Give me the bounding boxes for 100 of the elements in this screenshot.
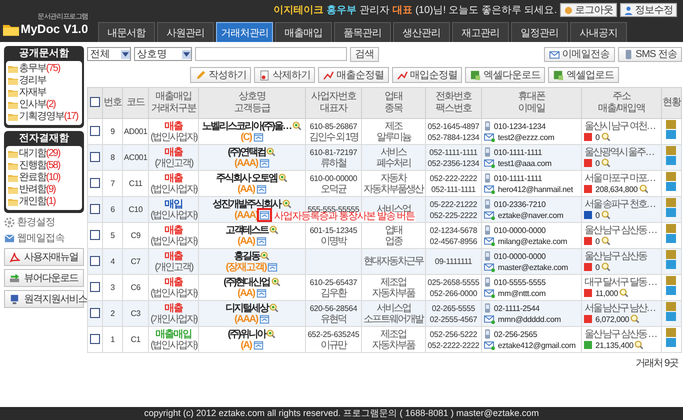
zoom-icon[interactable] (600, 158, 611, 168)
send-document-icon[interactable] (252, 132, 264, 142)
header-button[interactable]: 정보수정 (620, 3, 677, 17)
email-address[interactable]: mmn@ddddd.com (498, 314, 561, 324)
status-badges-icon[interactable] (666, 250, 676, 270)
search-button[interactable]: 검색 (350, 46, 379, 62)
checkbox[interactable] (90, 282, 100, 292)
nav-tab[interactable]: 품목관리 (334, 22, 391, 42)
zoom-icon[interactable] (634, 340, 644, 350)
mail-icon[interactable] (484, 340, 495, 350)
checkbox[interactable] (90, 334, 100, 344)
email-address[interactable]: hero412@hanmail.net (498, 184, 573, 194)
send-document-icon[interactable] (252, 340, 264, 350)
zoom-icon[interactable] (266, 329, 276, 339)
checkbox[interactable] (90, 204, 100, 214)
zoom-icon[interactable] (292, 121, 302, 131)
mail-icon[interactable] (484, 210, 495, 220)
sidebar-link[interactable]: 웹메일접속 (17, 232, 64, 245)
send-document-icon[interactable] (256, 288, 267, 298)
filter-select[interactable]: 전체 (87, 47, 131, 61)
field-select[interactable]: 상호명 (134, 47, 192, 61)
send-document-icon[interactable] (258, 158, 270, 168)
status-badges-icon[interactable] (666, 172, 676, 192)
status-badges-icon[interactable] (666, 198, 676, 218)
folder-item[interactable]: 반려함(9) (19, 184, 56, 196)
company-name[interactable]: 디지털세상 (225, 302, 268, 314)
zoom-icon[interactable] (630, 314, 640, 324)
email-address[interactable]: eztake@naver.com (498, 210, 564, 220)
folder-item[interactable]: 진행함(58) (19, 160, 60, 172)
folder-item[interactable]: 완료함(10) (19, 172, 60, 184)
company-name[interactable]: 노벨리스코리아(주)울… (202, 120, 291, 132)
zoom-icon[interactable] (270, 277, 281, 287)
mail-icon[interactable] (484, 158, 495, 168)
zoom-icon[interactable] (600, 132, 611, 142)
company-name[interactable]: (주)연택컴 (228, 146, 266, 158)
action-button[interactable]: 매출순정렬 (318, 67, 389, 83)
company-name[interactable]: (주)현대산업 (223, 276, 270, 288)
company-name[interactable]: 고객테스트 (225, 224, 268, 236)
status-badges-icon[interactable] (666, 328, 676, 348)
zoom-icon[interactable] (638, 184, 649, 194)
mail-icon[interactable] (484, 132, 495, 142)
send-document-icon[interactable] (256, 184, 267, 194)
folder-item[interactable]: 인사부(2) (19, 99, 56, 111)
sidebar-button[interactable]: 사용자매뉴얼 (4, 248, 84, 266)
sidebar-button[interactable]: 뷰어다운로드 (4, 269, 84, 287)
action-button[interactable]: 엑셀업로드 (548, 67, 619, 83)
status-badges-icon[interactable] (666, 120, 676, 140)
action-button[interactable]: 삭제하기 (254, 67, 316, 83)
email-address[interactable]: milang@eztake.com (498, 236, 568, 246)
zoom-icon[interactable] (278, 173, 288, 183)
action-button[interactable]: 엑셀다운로드 (465, 67, 546, 83)
nav-tab[interactable]: 일정관리 (511, 22, 568, 42)
zoom-icon[interactable] (268, 303, 279, 313)
checkbox[interactable] (90, 256, 100, 266)
zoom-icon[interactable] (600, 210, 611, 220)
checkbox[interactable] (90, 152, 100, 162)
nav-tab[interactable]: 생산관리 (393, 22, 450, 42)
checkbox[interactable] (90, 97, 100, 108)
company-name[interactable]: (주)위니아 (228, 328, 266, 340)
send-button[interactable]: 이메일전송 (544, 46, 615, 62)
zoom-icon[interactable] (260, 251, 270, 261)
mail-icon[interactable] (484, 288, 495, 298)
folder-item[interactable]: 기획경영부(17) (19, 111, 78, 123)
send-document-icon[interactable] (256, 236, 267, 246)
email-address[interactable]: master@eztake.com (498, 262, 568, 272)
checkbox[interactable] (90, 178, 100, 188)
mail-icon[interactable] (484, 262, 495, 272)
mail-icon[interactable] (484, 184, 495, 194)
folder-item[interactable]: 대기함(29) (19, 148, 60, 160)
zoom-icon[interactable] (268, 225, 279, 235)
folder-item[interactable]: 경리부 (19, 75, 46, 87)
zoom-icon[interactable] (282, 199, 292, 209)
email-address[interactable]: eztake412@gmail.com (498, 340, 576, 350)
email-address[interactable]: test1@aaa.com (498, 158, 552, 168)
nav-tab[interactable]: 사내공지 (570, 22, 627, 42)
send-document-icon[interactable] (258, 314, 270, 324)
company-name[interactable]: 주식회사 오토엠 (216, 172, 277, 184)
company-name[interactable]: 성진개발주식회사 (212, 198, 281, 210)
search-field[interactable] (195, 47, 347, 61)
folder-item[interactable]: 개인함(1) (19, 196, 56, 208)
zoom-icon[interactable] (600, 236, 611, 246)
zoom-icon[interactable] (600, 262, 611, 272)
nav-tab[interactable]: 사원관리 (157, 22, 214, 42)
nav-tab[interactable]: 재고관리 (452, 22, 509, 42)
zoom-icon[interactable] (266, 147, 276, 157)
zoom-icon[interactable] (619, 288, 630, 298)
email-address[interactable]: mm@nttt.com (498, 288, 546, 298)
send-document-icon[interactable] (258, 210, 270, 220)
action-button[interactable]: 작성하기 (190, 67, 252, 83)
company-name[interactable]: 홍길동 (234, 250, 260, 262)
send-document-icon[interactable] (267, 262, 278, 272)
status-badges-icon[interactable] (666, 302, 676, 322)
mail-icon[interactable] (484, 314, 495, 324)
sidebar-link[interactable]: 환경설정 (17, 216, 55, 229)
folder-item[interactable]: 자재부 (19, 87, 46, 99)
header-button[interactable]: 로그아웃 (560, 3, 617, 17)
nav-tab[interactable]: 내문서함 (98, 22, 155, 42)
nav-tab[interactable]: 거래처관리 (216, 22, 273, 42)
mail-icon[interactable] (484, 236, 495, 246)
email-address[interactable]: test2@ezzz.com (498, 132, 554, 142)
